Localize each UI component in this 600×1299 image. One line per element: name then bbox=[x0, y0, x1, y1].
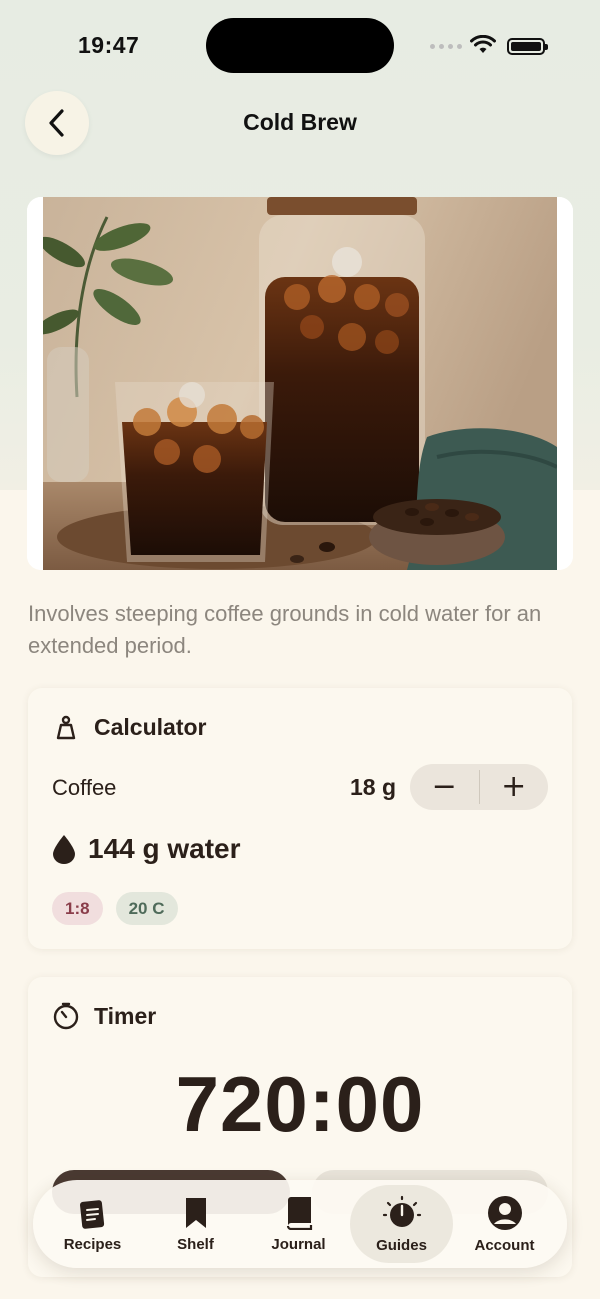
tab-label-shelf: Shelf bbox=[177, 1235, 214, 1253]
tab-account[interactable]: Account bbox=[453, 1185, 556, 1263]
cellular-signal-icon bbox=[430, 44, 462, 49]
recipe-description: Involves steeping coffee grounds in cold… bbox=[28, 601, 542, 658]
water-amount: 144 g water bbox=[88, 833, 241, 864]
coffee-stepper: − + bbox=[410, 764, 548, 810]
cold-brew-photo bbox=[27, 197, 573, 570]
temperature-chip: 20 C bbox=[115, 892, 178, 925]
dynamic-island bbox=[206, 18, 394, 73]
account-icon bbox=[487, 1195, 522, 1230]
increment-button[interactable]: + bbox=[480, 764, 549, 810]
wifi-icon bbox=[470, 35, 496, 53]
coffee-label: Coffee bbox=[52, 775, 117, 800]
book-icon bbox=[286, 1196, 312, 1230]
timer-dial-icon bbox=[382, 1195, 421, 1227]
timer-title: Timer bbox=[94, 1002, 157, 1029]
coffee-amount: 18 g bbox=[349, 774, 396, 800]
calculator-title: Calculator bbox=[94, 713, 207, 740]
timer-header: Timer bbox=[52, 1002, 156, 1030]
battery-icon bbox=[507, 38, 548, 55]
tab-label-guides: Guides bbox=[376, 1236, 427, 1254]
tab-guides[interactable]: Guides bbox=[350, 1185, 453, 1263]
status-bar: 19:47 bbox=[0, 0, 600, 92]
recipes-icon bbox=[79, 1199, 104, 1229]
tab-label-account: Account bbox=[474, 1236, 535, 1254]
decrement-button[interactable]: − bbox=[410, 764, 479, 810]
recipe-chips: 1:8 20 C bbox=[52, 892, 178, 925]
bookmark-icon bbox=[185, 1197, 206, 1228]
stopwatch-icon bbox=[53, 1002, 79, 1030]
calculator-card: Calculator Coffee 18 g − + 144 g water 1… bbox=[28, 688, 572, 949]
water-drop-icon bbox=[53, 835, 75, 864]
tab-bar: Recipes Shelf Journal Guides Account bbox=[33, 1180, 567, 1268]
tab-shelf[interactable]: Shelf bbox=[144, 1185, 247, 1263]
tab-journal[interactable]: Journal bbox=[247, 1185, 350, 1263]
ratio-chip: 1:8 bbox=[52, 892, 103, 925]
page-title: Cold Brew bbox=[243, 109, 357, 135]
water-result: 144 g water bbox=[52, 833, 241, 865]
tab-label-recipes: Recipes bbox=[63, 1235, 122, 1253]
status-time: 19:47 bbox=[78, 32, 140, 58]
calculator-header: Calculator bbox=[52, 713, 206, 741]
tab-recipes[interactable]: Recipes bbox=[41, 1185, 144, 1263]
scale-icon bbox=[56, 715, 76, 740]
tab-label-journal: Journal bbox=[271, 1235, 326, 1253]
timer-display: 720:00 bbox=[175, 1060, 425, 1148]
